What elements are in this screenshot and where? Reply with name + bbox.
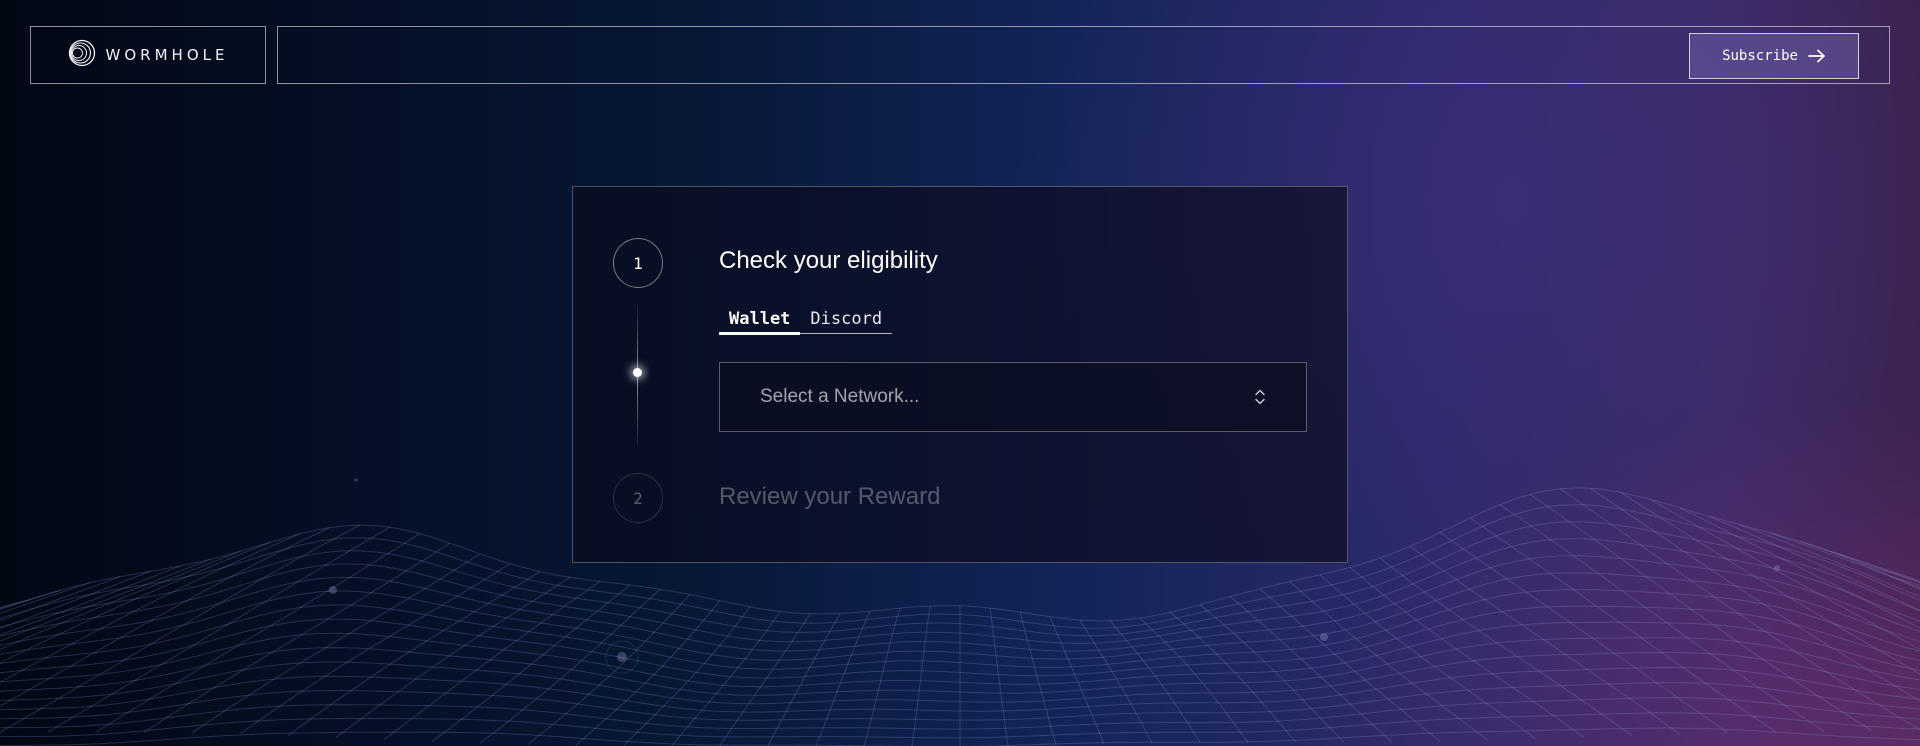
top-nav-bar: Subscribe [277, 26, 1890, 84]
progress-dot [633, 368, 642, 377]
subscribe-button[interactable]: Subscribe [1689, 33, 1859, 79]
network-select-placeholder: Select a Network... [760, 386, 920, 407]
tab-wallet[interactable]: Wallet [719, 309, 801, 335]
tab-discord[interactable]: Discord [800, 309, 892, 333]
wormhole-logo-icon [68, 39, 96, 71]
step-2-indicator: 2 [613, 473, 663, 523]
chevron-up-down-icon [1254, 388, 1266, 406]
subscribe-label: Subscribe [1722, 48, 1798, 64]
eligibility-card: 1 2 Check your eligibility Wallet Discor… [572, 186, 1348, 563]
network-select[interactable]: Select a Network... [719, 362, 1307, 432]
eligibility-tabs: Wallet Discord [719, 309, 893, 335]
step-1-indicator: 1 [613, 238, 663, 288]
logo[interactable]: WORMHOLE [30, 26, 266, 84]
arrow-right-icon [1808, 49, 1826, 63]
logo-text: WORMHOLE [105, 46, 229, 64]
step-1-title: Check your eligibility [719, 247, 938, 274]
step-2-title: Review your Reward [719, 483, 941, 510]
